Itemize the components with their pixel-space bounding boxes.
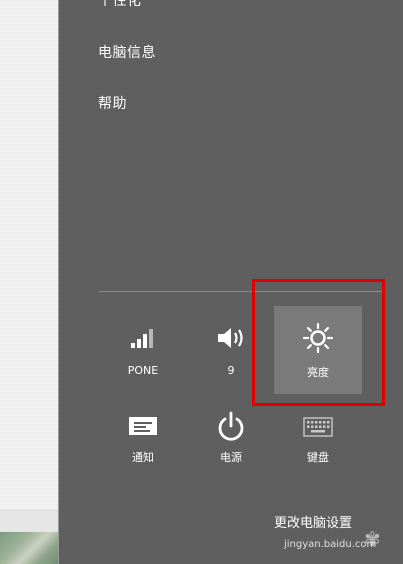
power-label: 电源 <box>220 451 242 464</box>
desktop-image-fragment <box>0 532 58 564</box>
brightness-tile[interactable]: 亮度 <box>274 306 362 394</box>
taskbar-fragment <box>0 510 58 533</box>
desktop-texture <box>0 0 58 564</box>
watermark-text: jingyan.baidu.com <box>284 539 377 550</box>
keyboard-icon <box>274 411 362 443</box>
menu-item-pc-info[interactable]: 电脑信息 <box>98 42 156 62</box>
sun-icon <box>274 322 362 354</box>
notifications-tile[interactable]: 通知 <box>99 397 187 485</box>
baidu-watermark: ✾ jingyan.baidu.com <box>284 527 402 563</box>
signal-bars-icon <box>99 322 187 354</box>
volume-label: 9 <box>227 364 235 377</box>
keyboard-tile[interactable]: 键盘 <box>274 397 362 485</box>
network-label: PONE <box>127 364 159 377</box>
power-icon <box>187 411 275 443</box>
speaker-icon <box>187 322 275 354</box>
volume-tile[interactable]: 9 <box>187 306 275 394</box>
network-tile[interactable]: PONE <box>99 306 187 394</box>
notifications-label: 通知 <box>132 451 154 464</box>
brightness-label: 亮度 <box>307 366 329 379</box>
power-tile[interactable]: 电源 <box>187 397 275 485</box>
keyboard-label: 键盘 <box>307 451 329 464</box>
desktop-background <box>0 0 59 564</box>
divider <box>99 291 382 292</box>
settings-charm-panel: 个性化 电脑信息 帮助 PONE 9 亮度 通知 电源 键盘 更改电脑设置 ✾ … <box>59 0 403 564</box>
menu-item-help[interactable]: 帮助 <box>98 93 127 113</box>
menu-item-personalization[interactable]: 个性化 <box>98 0 142 10</box>
notification-icon <box>99 411 187 443</box>
